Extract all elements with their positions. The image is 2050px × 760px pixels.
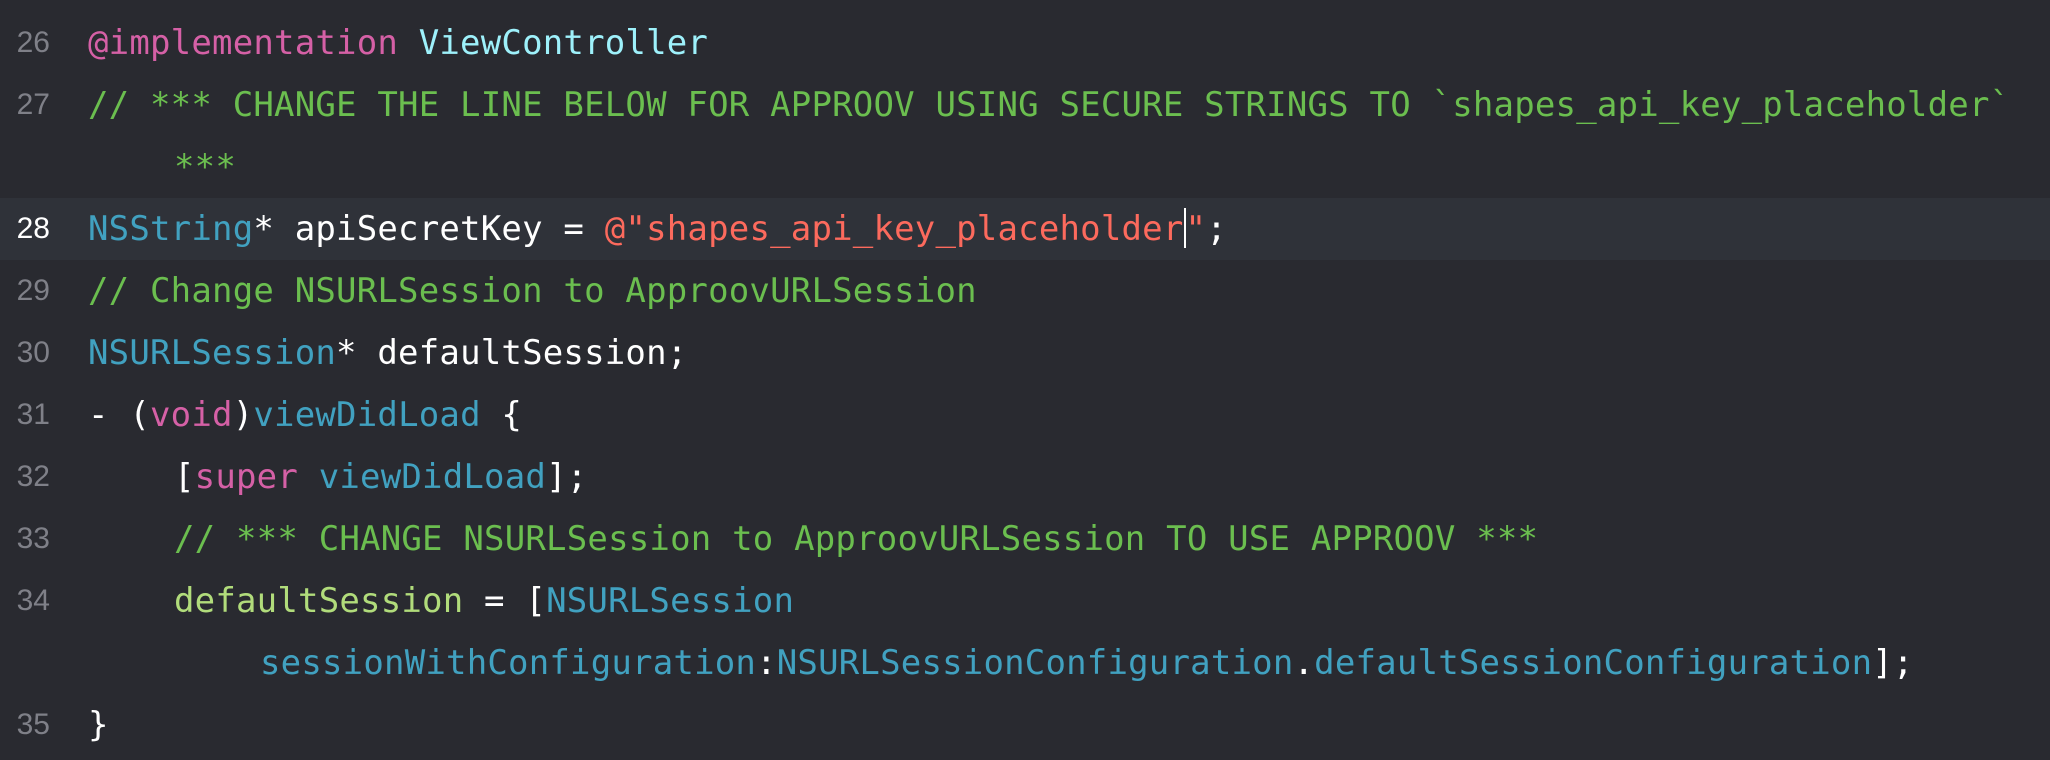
code-line[interactable]: 26 @implementation ViewController [0, 12, 2050, 74]
code-text: - (void)viewDidLoad { [88, 395, 523, 435]
code-text: NSURLSession* defaultSession; [88, 333, 688, 373]
code-line[interactable]: 30 NSURLSession* defaultSession; [0, 322, 2050, 384]
code-line-wrap[interactable]: sessionWithConfiguration:NSURLSessionCon… [0, 632, 2050, 694]
code-line-current[interactable]: 28 NSString* apiSecretKey = @"shapes_api… [0, 198, 2050, 260]
code-text: defaultSession = [NSURLSession [174, 581, 795, 621]
code-editor[interactable]: 26 @implementation ViewController 27 // … [0, 0, 2050, 760]
code-line[interactable]: 29 // Change NSURLSession to ApproovURLS… [0, 260, 2050, 322]
code-line[interactable]: 31 - (void)viewDidLoad { [0, 384, 2050, 446]
line-number: 34 [16, 584, 50, 617]
line-number: 29 [16, 274, 50, 307]
code-comment: // *** CHANGE NSURLSession to ApproovURL… [174, 519, 1539, 559]
line-number: 28 [16, 212, 50, 245]
code-line[interactable]: 34 defaultSession = [NSURLSession [0, 570, 2050, 632]
code-text-wrap: sessionWithConfiguration:NSURLSessionCon… [260, 643, 1914, 683]
line-number: 30 [16, 336, 50, 369]
code-line-wrap[interactable]: *** [0, 136, 2050, 198]
line-number: 33 [16, 522, 50, 555]
code-text: [super viewDidLoad]; [174, 457, 588, 497]
code-line[interactable]: 35 } [0, 694, 2050, 756]
line-number: 32 [16, 460, 50, 493]
code-text: } [88, 705, 109, 745]
code-comment: // *** CHANGE THE LINE BELOW FOR APPROOV… [88, 85, 2011, 125]
line-number: 35 [16, 708, 50, 741]
code-comment: // Change NSURLSession to ApproovURLSess… [88, 271, 977, 311]
line-number: 27 [16, 88, 50, 121]
line-number: 31 [16, 398, 50, 431]
code-comment-wrap: *** [174, 147, 237, 187]
line-number: 26 [16, 26, 50, 59]
code-line[interactable]: 27 // *** CHANGE THE LINE BELOW FOR APPR… [0, 74, 2050, 136]
code-text: @implementation ViewController [88, 23, 709, 63]
string-end: "; [1185, 209, 1227, 249]
code-text: NSString* apiSecretKey = @"shapes_api_ke… [88, 207, 1227, 249]
code-line[interactable]: 33 // *** CHANGE NSURLSession to Approov… [0, 508, 2050, 570]
code-line[interactable]: 32 [super viewDidLoad]; [0, 446, 2050, 508]
